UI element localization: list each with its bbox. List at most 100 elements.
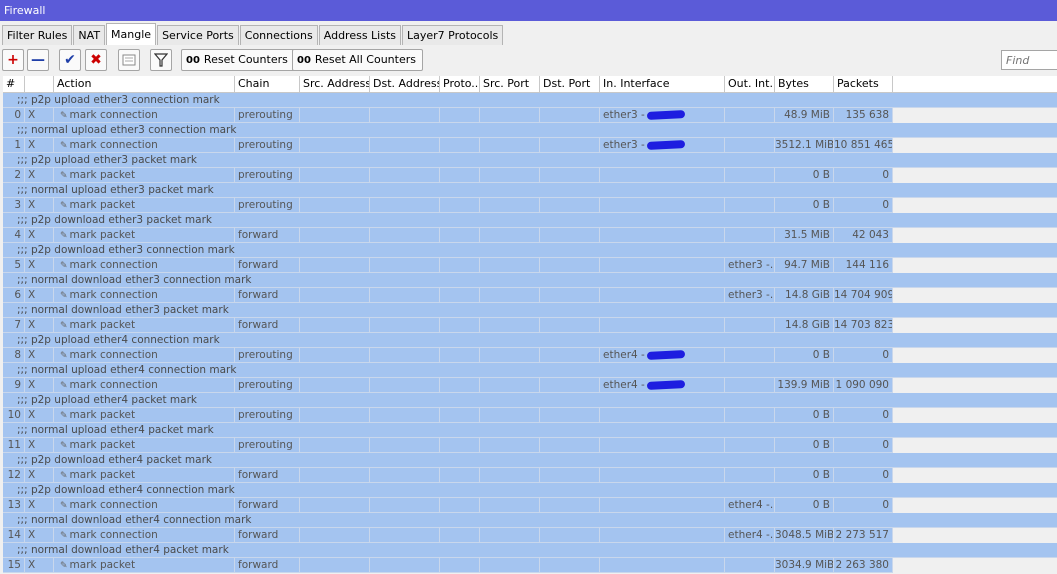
reset-all-counters-label: Reset All Counters bbox=[314, 53, 416, 66]
rule-comment-row[interactable]: ;;; normal download ether3 packet mark bbox=[3, 303, 1057, 318]
tab-address-lists[interactable]: Address Lists bbox=[318, 25, 402, 45]
col-header-action[interactable]: Action bbox=[54, 76, 235, 92]
rule-row[interactable]: 6 X ✎ mark connection forward ether3 -... 14.8… bbox=[3, 288, 1057, 303]
rule-number: 6 bbox=[3, 288, 25, 303]
rule-row[interactable]: 8 X ✎ mark connection prerouting ether4 -0 B0 bbox=[3, 348, 1057, 363]
rule-row[interactable]: 2 X ✎ mark packet prerouting 0 B0 bbox=[3, 168, 1057, 183]
rule-comment-row[interactable]: ;;; normal upload ether3 connection mark bbox=[3, 123, 1057, 138]
rule-comment-row[interactable]: ;;; normal download ether4 connection ma… bbox=[3, 513, 1057, 528]
rule-src-port bbox=[480, 198, 540, 213]
tab-connections[interactable]: Connections bbox=[239, 25, 318, 45]
col-header-packets[interactable]: Packets bbox=[834, 76, 893, 92]
rule-action-label: mark connection bbox=[69, 379, 158, 391]
rule-packets: 0 bbox=[834, 468, 893, 483]
rule-chain: prerouting bbox=[235, 408, 300, 423]
add-button[interactable]: + bbox=[2, 49, 24, 71]
rule-comment-row[interactable]: ;;; p2p download ether3 packet mark bbox=[3, 213, 1057, 228]
rule-row[interactable]: 5 X ✎ mark connection forward ether3 -... 94.7… bbox=[3, 258, 1057, 273]
rule-comment-row[interactable]: ;;; p2p upload ether4 connection mark bbox=[3, 333, 1057, 348]
rule-dst-port bbox=[540, 348, 600, 363]
enable-button[interactable]: ✔ bbox=[59, 49, 81, 71]
col-header-out-interface[interactable]: Out. Int... bbox=[725, 76, 775, 92]
rule-dst-address bbox=[370, 258, 440, 273]
rule-src-address bbox=[300, 468, 370, 483]
rule-row[interactable]: 0 X ✎ mark connection prerouting ether3 -48.9… bbox=[3, 108, 1057, 123]
remove-button[interactable]: — bbox=[27, 49, 49, 71]
col-header-bytes[interactable]: Bytes bbox=[775, 76, 834, 92]
row-filler bbox=[893, 138, 1057, 153]
action-pencil-icon: ✎ bbox=[60, 201, 68, 211]
disable-button[interactable]: ✖ bbox=[85, 49, 107, 71]
rule-src-address bbox=[300, 168, 370, 183]
filter-icon bbox=[153, 53, 169, 67]
rule-comment-row[interactable]: ;;; normal upload ether3 packet mark bbox=[3, 183, 1057, 198]
rule-row[interactable]: 13 X ✎ mark connection forward ether4 -... 0 B… bbox=[3, 498, 1057, 513]
find-input[interactable] bbox=[1001, 50, 1057, 70]
tab-filter-rules[interactable]: Filter Rules bbox=[2, 25, 73, 45]
col-header-src-port[interactable]: Src. Port bbox=[480, 76, 540, 92]
rule-disabled-flag: X bbox=[25, 378, 54, 393]
rule-action-label: mark packet bbox=[69, 409, 136, 421]
rule-src-port bbox=[480, 468, 540, 483]
rule-comment-row[interactable]: ;;; normal download ether4 packet mark bbox=[3, 543, 1057, 558]
rule-out-interface: ether4 -... bbox=[725, 498, 775, 513]
filter-button[interactable] bbox=[150, 49, 172, 71]
rule-dst-port bbox=[540, 378, 600, 393]
rule-row[interactable]: 14 X ✎ mark connection forward ether4 -... 304… bbox=[3, 528, 1057, 543]
rule-comment-row[interactable]: ;;; p2p download ether4 connection mark bbox=[3, 483, 1057, 498]
rule-row[interactable]: 12 X ✎ mark packet forward 0 B0 bbox=[3, 468, 1057, 483]
col-header-flags[interactable] bbox=[25, 76, 54, 92]
rule-action: ✎ mark connection bbox=[54, 288, 235, 303]
col-header-in-interface[interactable]: In. Interface bbox=[600, 76, 725, 92]
col-header-num[interactable]: # bbox=[3, 76, 25, 92]
rule-packets: 42 043 bbox=[834, 228, 893, 243]
reset-all-counters-button[interactable]: 00 Reset All Counters bbox=[292, 49, 423, 71]
reset-counters-button[interactable]: 00 Reset Counters bbox=[181, 49, 295, 71]
rule-row[interactable]: 10 X ✎ mark packet prerouting 0 B0 bbox=[3, 408, 1057, 423]
rule-comment: ;;; p2p upload ether4 connection mark bbox=[17, 334, 220, 346]
rule-row[interactable]: 7 X ✎ mark packet forward 14.8 GiB 14 703 823 bbox=[3, 318, 1057, 333]
col-header-src-address[interactable]: Src. Address bbox=[300, 76, 370, 92]
rule-comment-row[interactable]: ;;; p2p upload ether4 packet mark bbox=[3, 393, 1057, 408]
rule-dst-address bbox=[370, 168, 440, 183]
rule-comment-row[interactable]: ;;; p2p upload ether3 packet mark bbox=[3, 153, 1057, 168]
comment-button[interactable] bbox=[118, 49, 140, 71]
tab-mangle[interactable]: Mangle bbox=[106, 23, 157, 45]
redaction-scribble bbox=[646, 110, 686, 120]
row-filler bbox=[893, 528, 1057, 543]
rule-row[interactable]: 4 X ✎ mark packet forward 31.5 MiB 42 043 bbox=[3, 228, 1057, 243]
row-filler bbox=[893, 318, 1057, 333]
rule-comment-row[interactable]: ;;; p2p download ether4 packet mark bbox=[3, 453, 1057, 468]
rule-protocol bbox=[440, 198, 480, 213]
rule-bytes: 94.7 MiB bbox=[775, 258, 834, 273]
col-header-dst-address[interactable]: Dst. Address bbox=[370, 76, 440, 92]
rule-out-interface bbox=[725, 348, 775, 363]
rule-action-label: mark connection bbox=[69, 529, 158, 541]
rule-row[interactable]: 3 X ✎ mark packet prerouting 0 B0 bbox=[3, 198, 1057, 213]
rule-dst-port bbox=[540, 168, 600, 183]
rule-action-label: mark connection bbox=[69, 349, 158, 361]
rule-comment-row[interactable]: ;;; normal download ether3 connection ma… bbox=[3, 273, 1057, 288]
rule-dst-address bbox=[370, 378, 440, 393]
rule-action: ✎ mark connection bbox=[54, 258, 235, 273]
rule-chain: forward bbox=[235, 288, 300, 303]
tab-layer7-protocols[interactable]: Layer7 Protocols bbox=[402, 25, 504, 45]
rule-comment-row[interactable]: ;;; normal upload ether4 packet mark bbox=[3, 423, 1057, 438]
col-header-protocol[interactable]: Proto... bbox=[440, 76, 480, 92]
action-pencil-icon: ✎ bbox=[60, 111, 68, 121]
rule-comment-row[interactable]: ;;; p2p download ether3 connection mark bbox=[3, 243, 1057, 258]
rule-out-interface: ether3 -... bbox=[725, 288, 775, 303]
rule-row[interactable]: 11 X ✎ mark packet prerouting 0 B0 bbox=[3, 438, 1057, 453]
tab-service-ports[interactable]: Service Ports bbox=[157, 25, 239, 45]
rule-number: 15 bbox=[3, 558, 25, 573]
rule-comment-row[interactable]: ;;; normal upload ether4 connection mark bbox=[3, 363, 1057, 378]
col-header-dst-port[interactable]: Dst. Port bbox=[540, 76, 600, 92]
tab-nat[interactable]: NAT bbox=[73, 25, 106, 45]
rule-row[interactable]: 1 X ✎ mark connection prerouting ether3 -3512… bbox=[3, 138, 1057, 153]
rule-row[interactable]: 15 X ✎ mark packet forward 3034.9 MiB 2 263 38… bbox=[3, 558, 1057, 573]
col-header-chain[interactable]: Chain bbox=[235, 76, 300, 92]
rule-protocol bbox=[440, 408, 480, 423]
action-pencil-icon: ✎ bbox=[60, 351, 68, 361]
rule-comment-row[interactable]: ;;; p2p upload ether3 connection mark bbox=[3, 93, 1057, 108]
rule-row[interactable]: 9 X ✎ mark connection prerouting ether4 -139.… bbox=[3, 378, 1057, 393]
